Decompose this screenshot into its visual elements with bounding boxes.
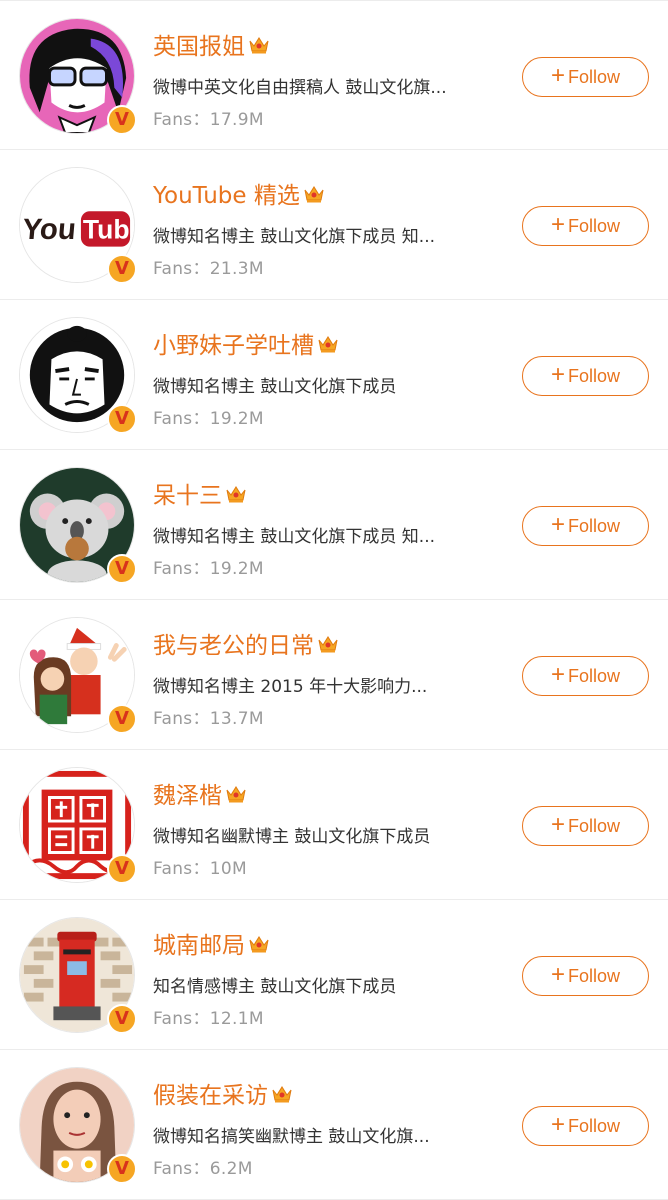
fans-count: Fans：13.7M <box>153 704 264 729</box>
fans-label: Fans： <box>153 1009 210 1029</box>
follow-label: Follow <box>568 965 621 986</box>
account-name-text[interactable]: 魏泽楷 <box>153 776 222 810</box>
fans-count: Fans：19.2M <box>153 404 264 429</box>
plus-icon: + <box>550 811 565 838</box>
follow-button[interactable]: + Follow <box>522 806 649 846</box>
verified-badge-icon: V <box>107 1004 137 1034</box>
svg-text:You: You <box>21 213 77 246</box>
list-item[interactable]: V 城南邮局 知名情感博主 鼓山文化旗下成员 Fans：12.1M + Follo… <box>0 900 668 1050</box>
list-item[interactable]: V 英国报姐 微博中英文化自由撰稿人 鼓山文化旗... Fans：17.9M +… <box>0 0 668 150</box>
follow-button[interactable]: + Follow <box>522 57 649 97</box>
account-description: 微博知名博主 鼓山文化旗下成员 知... <box>153 227 436 247</box>
account-name[interactable]: 城南邮局 <box>153 926 271 960</box>
verified-badge-icon: V <box>107 404 137 434</box>
fans-value: 12.1M <box>209 1009 264 1029</box>
account-name-text[interactable]: 呆十三 <box>153 476 222 510</box>
account-name[interactable]: 英国报姐 <box>153 27 271 61</box>
fans-label: Fans： <box>153 559 210 579</box>
fans-count: Fans：10M <box>153 854 247 879</box>
follow-label: Follow <box>568 515 621 536</box>
follow-button[interactable]: + Follow <box>522 1106 649 1146</box>
account-name-text[interactable]: 城南邮局 <box>153 926 245 960</box>
crown-icon <box>302 182 326 204</box>
fans-value: 21.3M <box>209 259 264 279</box>
fans-value: 13.7M <box>209 709 264 729</box>
follow-button[interactable]: + Follow <box>522 206 649 246</box>
plus-icon: + <box>550 361 565 388</box>
follow-label: Follow <box>568 215 621 236</box>
fans-count: Fans：12.1M <box>153 1004 264 1029</box>
fans-label: Fans： <box>153 859 210 879</box>
crown-icon <box>270 1082 294 1104</box>
account-name-text[interactable]: 假装在采访 <box>153 1076 268 1110</box>
fans-value: 10M <box>209 859 247 879</box>
plus-icon: + <box>550 211 565 238</box>
account-description: 微博知名博主 2015 年十大影响力... <box>153 677 428 697</box>
account-name[interactable]: 魏泽楷 <box>153 776 248 810</box>
list-item[interactable]: V 小野妹子学吐槽 微博知名博主 鼓山文化旗下成员 Fans：19.2M + Fo… <box>0 300 668 450</box>
account-description: 微博知名博主 鼓山文化旗下成员 知... <box>153 527 436 547</box>
verified-badge-icon: V <box>107 704 137 734</box>
crown-icon <box>247 932 271 954</box>
plus-icon: + <box>550 961 565 988</box>
list-item[interactable]: V 呆十三 微博知名博主 鼓山文化旗下成员 知... Fans：19.2M + F… <box>0 450 668 600</box>
crown-icon <box>224 482 248 504</box>
follow-button[interactable]: + Follow <box>522 956 649 996</box>
account-description: 微博知名博主 鼓山文化旗下成员 <box>153 377 397 397</box>
fans-count: Fans：21.3M <box>153 254 264 279</box>
fans-label: Fans： <box>153 259 210 279</box>
list-item[interactable]: You Tube V YouTube 精选 微博知名博主 鼓山文化旗下成员 知.… <box>0 150 668 300</box>
account-description: 微博中英文化自由撰稿人 鼓山文化旗... <box>153 78 447 98</box>
fans-label: Fans： <box>153 1159 210 1179</box>
plus-icon: + <box>550 511 565 538</box>
account-name[interactable]: 假装在采访 <box>153 1076 294 1110</box>
plus-icon: + <box>550 661 565 688</box>
account-name[interactable]: 呆十三 <box>153 476 248 510</box>
follow-button[interactable]: + Follow <box>522 656 649 696</box>
list-item[interactable]: V 魏泽楷 微博知名幽默博主 鼓山文化旗下成员 Fans：10M + Follow <box>0 750 668 900</box>
plus-icon: + <box>550 62 565 89</box>
fans-label: Fans： <box>153 409 210 429</box>
plus-icon: + <box>550 1111 565 1138</box>
fans-label: Fans： <box>153 110 210 130</box>
verified-badge-icon: V <box>107 1154 137 1184</box>
account-name[interactable]: YouTube 精选 <box>153 176 326 210</box>
svg-text:Tube: Tube <box>83 215 134 245</box>
crown-icon <box>247 33 271 55</box>
fans-count: Fans：19.2M <box>153 554 264 579</box>
fans-count: Fans：6.2M <box>153 1154 253 1179</box>
fans-value: 19.2M <box>209 409 264 429</box>
account-description: 知名情感博主 鼓山文化旗下成员 <box>153 977 397 997</box>
account-list: V 英国报姐 微博中英文化自由撰稿人 鼓山文化旗... Fans：17.9M +… <box>0 0 668 1200</box>
follow-label: Follow <box>568 66 621 87</box>
verified-badge-icon: V <box>107 854 137 884</box>
account-name-text[interactable]: 小野妹子学吐槽 <box>153 326 314 360</box>
crown-icon <box>224 782 248 804</box>
list-item[interactable]: V 假装在采访 微博知名搞笑幽默博主 鼓山文化旗... Fans：6.2M + F… <box>0 1050 668 1200</box>
account-name-text[interactable]: YouTube 精选 <box>153 176 300 210</box>
account-description: 微博知名搞笑幽默博主 鼓山文化旗... <box>153 1127 430 1147</box>
follow-label: Follow <box>568 1115 621 1136</box>
fans-value: 19.2M <box>209 559 264 579</box>
follow-button[interactable]: + Follow <box>522 356 649 396</box>
account-name[interactable]: 小野妹子学吐槽 <box>153 326 340 360</box>
account-description: 微博知名幽默博主 鼓山文化旗下成员 <box>153 827 431 847</box>
follow-button[interactable]: + Follow <box>522 506 649 546</box>
fans-value: 17.9M <box>209 110 264 130</box>
verified-badge-icon: V <box>107 254 137 284</box>
account-name-text[interactable]: 我与老公的日常 <box>153 626 314 660</box>
crown-icon <box>316 632 340 654</box>
fans-value: 6.2M <box>209 1159 253 1179</box>
account-name-text[interactable]: 英国报姐 <box>153 27 245 61</box>
account-name[interactable]: 我与老公的日常 <box>153 626 340 660</box>
fans-label: Fans： <box>153 709 210 729</box>
verified-badge-icon: V <box>107 105 137 135</box>
crown-icon <box>316 332 340 354</box>
list-item[interactable]: V 我与老公的日常 微博知名博主 2015 年十大影响力... Fans：13.… <box>0 600 668 750</box>
follow-label: Follow <box>568 365 621 386</box>
verified-badge-icon: V <box>107 554 137 584</box>
follow-label: Follow <box>568 815 621 836</box>
fans-count: Fans：17.9M <box>153 105 264 130</box>
follow-label: Follow <box>568 665 621 686</box>
